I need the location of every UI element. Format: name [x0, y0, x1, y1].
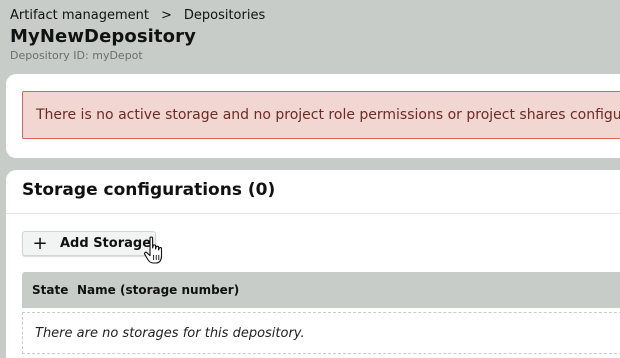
chevron-right-icon: > — [160, 7, 172, 23]
add-storage-label: Add Storage — [60, 236, 152, 251]
page-title: MyNewDepository — [10, 26, 196, 47]
column-header-name[interactable]: Name (storage number) — [77, 283, 239, 297]
breadcrumb: Artifact management > Depositories — [10, 6, 265, 24]
column-header-state[interactable]: State — [32, 283, 68, 297]
storage-table-header: State Name (storage number) — [22, 272, 620, 308]
table-empty-row: There are no storages for this depositor… — [22, 312, 620, 354]
storage-configurations-title: Storage configurations (0) — [22, 180, 276, 200]
error-alert-message: There is no active storage and no projec… — [36, 107, 620, 123]
add-storage-button[interactable]: + Add Storage — [22, 231, 156, 256]
error-alert: There is no active storage and no projec… — [22, 91, 620, 139]
plus-icon: + — [32, 232, 48, 254]
empty-message: There are no storages for this depositor… — [35, 325, 305, 341]
card-divider — [6, 213, 620, 214]
breadcrumb-artifact-management[interactable]: Artifact management — [10, 8, 149, 23]
depository-page: Artifact management > Depositories MyNew… — [0, 0, 620, 358]
hand-pointer-icon — [143, 236, 163, 264]
breadcrumb-depositories[interactable]: Depositories — [184, 8, 265, 23]
depository-id: Depository ID: myDepot — [10, 49, 143, 62]
